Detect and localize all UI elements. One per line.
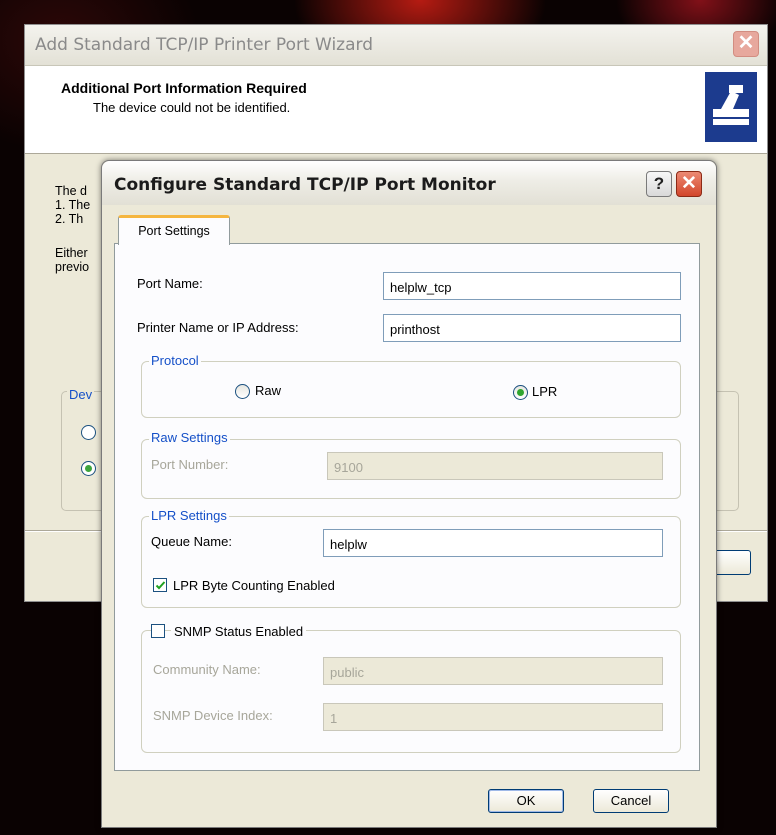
dialog-titlebar: Configure Standard TCP/IP Port Monitor ?… (102, 161, 716, 205)
wizard-button-fragment[interactable] (713, 550, 751, 575)
close-button[interactable]: ✕ (676, 171, 702, 197)
raw-radio-label[interactable]: Raw (255, 383, 281, 398)
cancel-button[interactable]: Cancel (593, 789, 669, 813)
wizard-body-line-3: 2. Th (55, 212, 84, 226)
wizard-close-button[interactable]: ✕ (733, 31, 759, 57)
wizard-device-group-label: Dev (67, 387, 95, 402)
wizard-body-line-2: 1. The (55, 198, 91, 212)
wizard-body-line-5: previo (55, 260, 90, 274)
tab-port-settings[interactable]: Port Settings (118, 215, 230, 245)
protocol-group (141, 361, 681, 418)
port-name-label: Port Name: (137, 276, 203, 291)
community-name-input[interactable]: public (323, 657, 663, 685)
help-button[interactable]: ? (646, 171, 672, 197)
ok-button[interactable]: OK (488, 789, 564, 813)
wizard-header-subtitle: The device could not be identified. (93, 100, 291, 115)
wizard-header: Additional Port Information Required The… (25, 66, 767, 154)
wizard-body-line-4: Either (55, 246, 88, 260)
wizard-titlebar: Add Standard TCP/IP Printer Port Wizard … (25, 25, 767, 66)
snmp-device-index-input[interactable]: 1 (323, 703, 663, 731)
port-name-input[interactable]: helplw_tcp (383, 272, 681, 300)
community-name-label: Community Name: (153, 662, 261, 677)
wizard-header-title: Additional Port Information Required (61, 80, 307, 96)
lpr-radio-label[interactable]: LPR (532, 384, 557, 399)
configure-port-dialog: Configure Standard TCP/IP Port Monitor ?… (101, 160, 717, 828)
snmp-group (141, 630, 681, 753)
port-settings-panel: Port Name: helplw_tcp Printer Name or IP… (114, 243, 700, 771)
checkmark-icon (155, 581, 166, 590)
wizard-body-line-1: The d (55, 184, 87, 198)
printer-icon (705, 72, 757, 142)
snmp-status-checkbox[interactable] (151, 624, 165, 638)
wizard-title: Add Standard TCP/IP Printer Port Wizard (35, 35, 374, 55)
lpr-radio[interactable] (513, 385, 528, 400)
lpr-byte-counting-checkbox[interactable] (153, 578, 167, 592)
wizard-radio-1[interactable] (81, 425, 96, 440)
snmp-device-index-label: SNMP Device Index: (153, 708, 273, 723)
printer-name-label: Printer Name or IP Address: (137, 320, 299, 335)
port-number-input[interactable]: 9100 (327, 452, 663, 480)
lpr-byte-counting-label[interactable]: LPR Byte Counting Enabled (173, 578, 335, 593)
port-number-label: Port Number: (151, 457, 229, 472)
wizard-radio-2[interactable] (81, 461, 96, 476)
snmp-status-label[interactable]: SNMP Status Enabled (171, 624, 307, 639)
raw-settings-label: Raw Settings (149, 430, 230, 445)
lpr-settings-label: LPR Settings (149, 508, 229, 523)
printer-name-input[interactable]: printhost (383, 314, 681, 342)
queue-name-input[interactable]: helplw (323, 529, 663, 557)
protocol-group-label: Protocol (149, 353, 201, 368)
queue-name-label: Queue Name: (151, 534, 232, 549)
dialog-title: Configure Standard TCP/IP Port Monitor (114, 175, 496, 195)
raw-radio[interactable] (235, 384, 250, 399)
